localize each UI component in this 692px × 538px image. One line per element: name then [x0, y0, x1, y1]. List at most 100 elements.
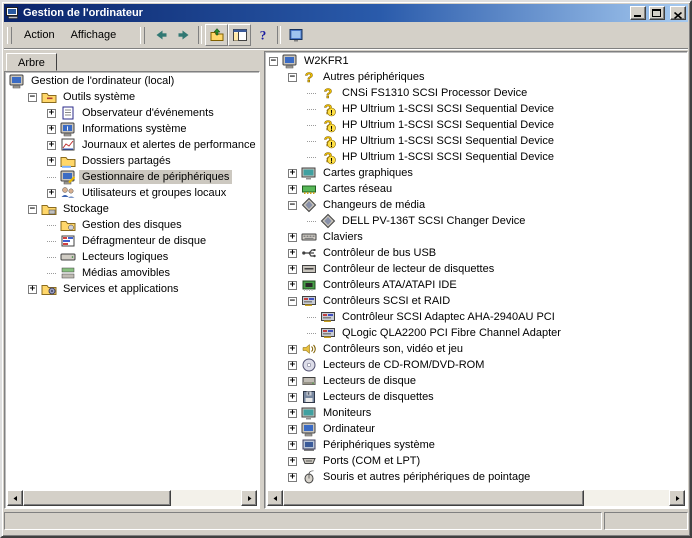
tree-item-label[interactable]: Contrôleurs SCSI et RAID [320, 294, 453, 308]
help-button[interactable]: ? [251, 24, 274, 46]
tree-item-label[interactable]: Contrôleur de bus USB [320, 246, 439, 260]
collapse-minus-icon[interactable]: − [288, 73, 297, 82]
tree-item[interactable]: +Claviers [267, 229, 685, 245]
menu-action[interactable]: Action [16, 26, 63, 44]
tree-item-label[interactable]: Outils système [60, 90, 138, 104]
scroll-left-button[interactable] [267, 490, 283, 506]
scroll-right-button[interactable] [241, 490, 257, 506]
expand-plus-icon[interactable]: + [47, 157, 56, 166]
tree-item[interactable]: Gestionnaire de périphériques [7, 169, 257, 185]
tree-item[interactable]: +Services et applications [7, 281, 257, 297]
expand-plus-icon[interactable]: + [288, 185, 297, 194]
tree-item[interactable]: +Dossiers partagés [7, 153, 257, 169]
tree-item[interactable]: +Moniteurs [267, 405, 685, 421]
tree-item[interactable]: − Changeurs de média [267, 197, 685, 213]
tree-item[interactable]: +Souris et autres périphériques de point… [267, 469, 685, 485]
tree-item[interactable]: ?!HP Ultrium 1-SCSI SCSI Sequential Devi… [267, 133, 685, 149]
tree-item[interactable]: +Observateur d'événements [7, 105, 257, 121]
tree-item-label[interactable]: CNSi FS1310 SCSI Processor Device [339, 86, 530, 100]
scroll-right-button[interactable] [669, 490, 685, 506]
tree-item[interactable]: − Stockage [7, 201, 257, 217]
tree-item[interactable]: + Contrôleur de lecteur de disquettes [267, 261, 685, 277]
expand-plus-icon[interactable]: + [47, 189, 56, 198]
tree-item-label[interactable]: Gestionnaire de périphériques [79, 170, 232, 184]
tree-item[interactable]: −W2KFR1 [267, 53, 685, 69]
scrollbar-thumb[interactable] [23, 490, 171, 506]
tree-item[interactable]: +Utilisateurs et groupes locaux [7, 185, 257, 201]
tree-item-label[interactable]: Défragmenteur de disque [79, 234, 209, 248]
expand-plus-icon[interactable]: + [288, 361, 297, 370]
expand-plus-icon[interactable]: + [288, 473, 297, 482]
tree-item-label[interactable]: Gestion des disques [79, 218, 185, 232]
tree-item-label[interactable]: Cartes graphiques [320, 166, 416, 180]
tree-item[interactable]: +Contrôleurs ATA/ATAPI IDE [267, 277, 685, 293]
collapse-minus-icon[interactable]: − [28, 93, 37, 102]
tree-item-label[interactable]: Contrôleurs ATA/ATAPI IDE [320, 278, 460, 292]
back-button[interactable] [149, 24, 172, 46]
expand-plus-icon[interactable]: + [288, 393, 297, 402]
up-one-level-button[interactable] [205, 24, 228, 46]
tree-item[interactable]: ?!HP Ultrium 1-SCSI SCSI Sequential Devi… [267, 101, 685, 117]
tree-item[interactable]: +Contrôleur de bus USB [267, 245, 685, 261]
tree-item-label[interactable]: Médias amovibles [79, 266, 173, 280]
collapse-minus-icon[interactable]: − [269, 57, 278, 66]
tree-item[interactable]: ?CNSi FS1310 SCSI Processor Device [267, 85, 685, 101]
tree-item-label[interactable]: Informations système [79, 122, 190, 136]
expand-plus-icon[interactable]: + [288, 441, 297, 450]
tree-item-label[interactable]: Lecteurs de disquettes [320, 390, 437, 404]
tree-item[interactable]: DELL PV-136T SCSI Changer Device [267, 213, 685, 229]
tree-item[interactable]: Défragmenteur de disque [7, 233, 257, 249]
tree-item-label[interactable]: Périphériques système [320, 438, 438, 452]
tree-item[interactable]: + Contrôleurs son, vidéo et jeu [267, 341, 685, 357]
tree-item[interactable]: +iInformations système [7, 121, 257, 137]
tree-item-label[interactable]: Contrôleur de lecteur de disquettes [320, 262, 497, 276]
tree-item[interactable]: +Cartes graphiques [267, 165, 685, 181]
tree-item-label[interactable]: Stockage [60, 202, 112, 216]
tree-item[interactable]: Contrôleur SCSI Adaptec AHA-2940AU PCI [267, 309, 685, 325]
expand-plus-icon[interactable]: + [47, 141, 56, 150]
expand-plus-icon[interactable]: + [47, 125, 56, 134]
tree-item[interactable]: + Périphériques système [267, 437, 685, 453]
collapse-minus-icon[interactable]: − [28, 205, 37, 214]
tree-item-label[interactable]: Ports (COM et LPT) [320, 454, 423, 468]
tree-item[interactable]: ?!HP Ultrium 1-SCSI SCSI Sequential Devi… [267, 117, 685, 133]
tree-item-label[interactable]: DELL PV-136T SCSI Changer Device [339, 214, 528, 228]
tree-item[interactable]: QLogic QLA2200 PCI Fibre Channel Adapter [267, 325, 685, 341]
tree-item[interactable]: Gestion des disques [7, 217, 257, 233]
collapse-minus-icon[interactable]: − [288, 201, 297, 210]
close-button[interactable] [670, 6, 686, 20]
tab-arbre[interactable]: Arbre [6, 53, 57, 71]
device-view-button[interactable] [284, 24, 307, 46]
tree-item-label[interactable]: Changeurs de média [320, 198, 428, 212]
tree-item[interactable]: ?!HP Ultrium 1-SCSI SCSI Sequential Devi… [267, 149, 685, 165]
forward-button[interactable] [172, 24, 195, 46]
tree-item[interactable]: +Journaux et alertes de performance [7, 137, 257, 153]
collapse-minus-icon[interactable]: − [288, 297, 297, 306]
tree-item-label[interactable]: HP Ultrium 1-SCSI SCSI Sequential Device [339, 102, 557, 116]
left-pane-horizontal-scrollbar[interactable] [7, 490, 257, 506]
expand-plus-icon[interactable]: + [47, 109, 56, 118]
expand-plus-icon[interactable]: + [288, 265, 297, 274]
expand-plus-icon[interactable]: + [288, 345, 297, 354]
tree-item-label[interactable]: Gestion de l'ordinateur (local) [28, 74, 177, 88]
tree-item-label[interactable]: Cartes réseau [320, 182, 395, 196]
tree-item[interactable]: − Outils système [7, 89, 257, 105]
tree-item-label[interactable]: Ordinateur [320, 422, 378, 436]
tree-item-label[interactable]: Contrôleur SCSI Adaptec AHA-2940AU PCI [339, 310, 558, 324]
tree-item-label[interactable]: Lecteurs logiques [79, 250, 171, 264]
scrollbar-thumb[interactable] [283, 490, 584, 506]
tree-item[interactable]: −?Autres périphériques [267, 69, 685, 85]
tree-item-label[interactable]: HP Ultrium 1-SCSI SCSI Sequential Device [339, 134, 557, 148]
tree-item[interactable]: + Cartes réseau [267, 181, 685, 197]
tree-item-label[interactable]: QLogic QLA2200 PCI Fibre Channel Adapter [339, 326, 564, 340]
minimize-button[interactable] [630, 6, 646, 20]
expand-plus-icon[interactable]: + [288, 377, 297, 386]
tree-item[interactable]: − Contrôleurs SCSI et RAID [267, 293, 685, 309]
tree-item[interactable]: + Lecteurs de disquettes [267, 389, 685, 405]
tree-item[interactable]: Médias amovibles [7, 265, 257, 281]
tree-item-label[interactable]: Claviers [320, 230, 366, 244]
maximize-button[interactable] [649, 6, 665, 20]
tree-item-label[interactable]: Lecteurs de disque [320, 374, 419, 388]
tree-item-label[interactable]: Contrôleurs son, vidéo et jeu [320, 342, 466, 356]
expand-plus-icon[interactable]: + [288, 409, 297, 418]
